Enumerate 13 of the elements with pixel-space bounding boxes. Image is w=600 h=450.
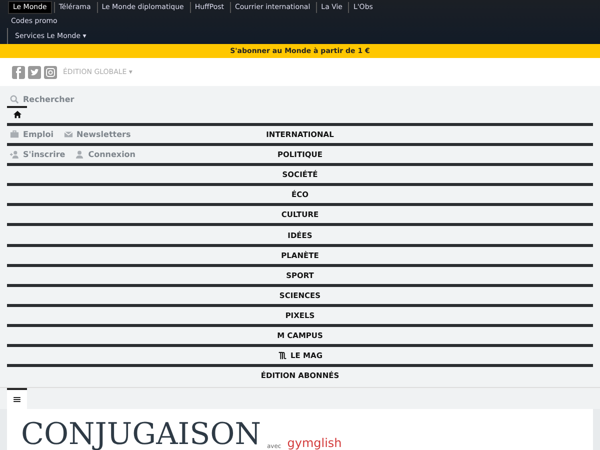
add-user-icon bbox=[10, 150, 19, 158]
menu-button[interactable]: ≡ bbox=[7, 388, 27, 409]
user-icon bbox=[75, 150, 84, 158]
instagram-icon[interactable] bbox=[44, 66, 57, 78]
page-title: CONJUGAISON bbox=[21, 416, 261, 450]
twitter-icon[interactable] bbox=[28, 66, 41, 78]
facebook-icon[interactable] bbox=[12, 66, 25, 78]
briefcase-icon bbox=[10, 130, 19, 138]
home-icon[interactable] bbox=[13, 110, 22, 119]
brand-name: gymglish bbox=[287, 436, 342, 450]
envelope-icon bbox=[64, 130, 73, 138]
search-icon bbox=[10, 94, 19, 104]
logo-icon bbox=[278, 351, 287, 360]
